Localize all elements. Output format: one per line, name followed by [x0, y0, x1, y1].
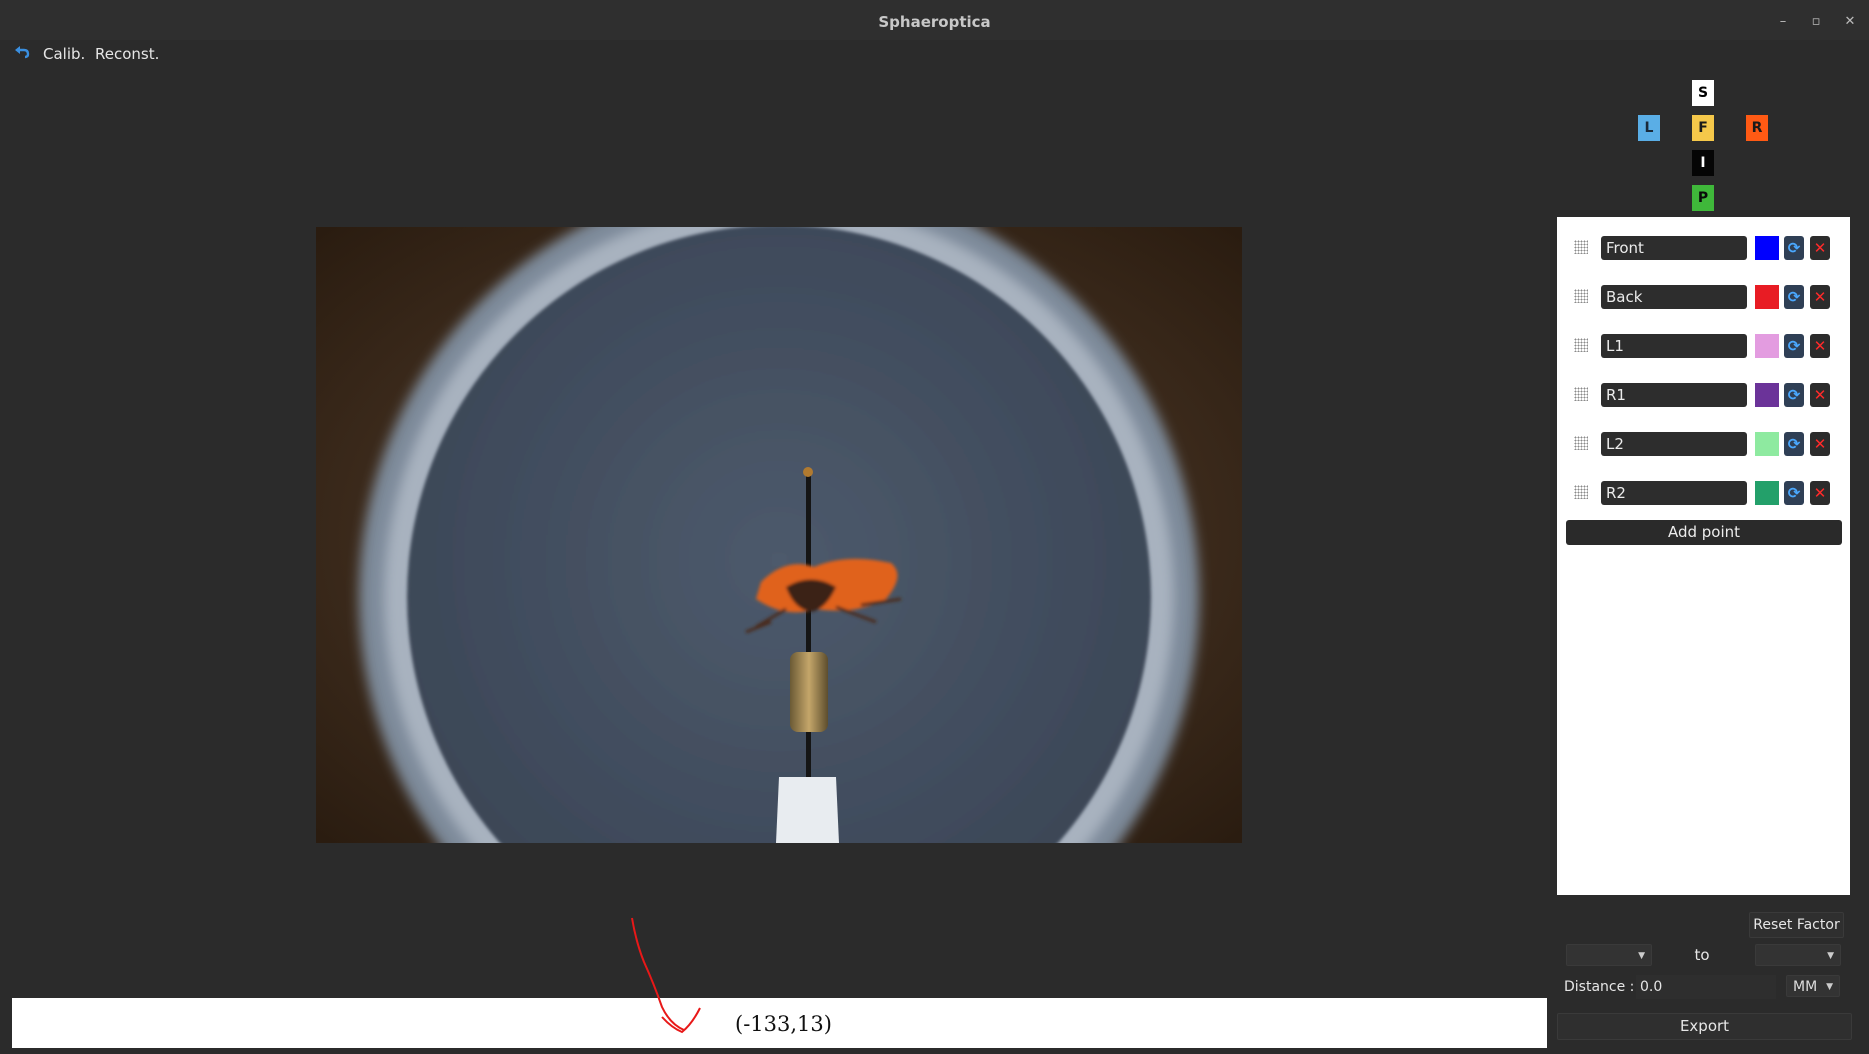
point-color-swatch[interactable]: [1755, 432, 1779, 456]
annotation-arrow-icon: [631, 917, 701, 1034]
from-point-select[interactable]: ▼: [1566, 944, 1652, 966]
view-button-f[interactable]: F: [1692, 115, 1714, 141]
image-viewer[interactable]: [316, 227, 1242, 843]
refresh-icon[interactable]: ⟳: [1784, 432, 1804, 456]
delete-x-icon[interactable]: ✕: [1810, 285, 1830, 309]
point-name-field[interactable]: L2: [1601, 432, 1747, 456]
menu-bar: [0, 40, 1869, 68]
menu-reconst[interactable]: Reconst.: [95, 42, 159, 66]
minimize-button[interactable]: –: [1773, 12, 1793, 32]
view-button-s[interactable]: S: [1692, 80, 1714, 106]
refresh-icon[interactable]: ⟳: [1784, 334, 1804, 358]
to-point-select[interactable]: ▼: [1755, 944, 1841, 966]
undo-arrow-icon[interactable]: [12, 42, 32, 62]
chevron-down-icon: ▼: [1826, 982, 1833, 992]
chevron-down-icon: ▼: [1638, 951, 1645, 961]
delete-x-icon[interactable]: ✕: [1810, 432, 1830, 456]
drag-handle-icon[interactable]: [1574, 485, 1588, 499]
delete-x-icon[interactable]: ✕: [1810, 334, 1830, 358]
view-button-i[interactable]: I: [1692, 150, 1714, 176]
view-button-p[interactable]: P: [1692, 185, 1714, 211]
distance-field[interactable]: 0.0: [1636, 975, 1776, 999]
drag-handle-icon[interactable]: [1574, 436, 1588, 450]
refresh-icon[interactable]: ⟳: [1784, 285, 1804, 309]
drag-handle-icon[interactable]: [1574, 338, 1588, 352]
point-color-swatch[interactable]: [1755, 481, 1779, 505]
chevron-down-icon: ▼: [1827, 951, 1834, 961]
view-button-r[interactable]: R: [1746, 115, 1768, 141]
point-name-field[interactable]: Back: [1601, 285, 1747, 309]
point-color-swatch[interactable]: [1755, 383, 1779, 407]
point-name-field[interactable]: R2: [1601, 481, 1747, 505]
delete-x-icon[interactable]: ✕: [1810, 481, 1830, 505]
points-panel: [1557, 217, 1850, 895]
point-name-field[interactable]: R1: [1601, 383, 1747, 407]
view-button-l[interactable]: L: [1638, 115, 1660, 141]
point-color-swatch[interactable]: [1755, 334, 1779, 358]
maximize-button[interactable]: ▫: [1806, 12, 1826, 32]
unit-select[interactable]: MM ▼: [1786, 975, 1840, 997]
distance-label: Distance :: [1564, 979, 1635, 995]
add-point-button[interactable]: Add point: [1566, 520, 1842, 545]
window-title: Sphaeroptica: [878, 13, 991, 31]
point-name-field[interactable]: L1: [1601, 334, 1747, 358]
to-label: to: [1694, 946, 1710, 964]
refresh-icon[interactable]: ⟳: [1784, 481, 1804, 505]
close-button[interactable]: ✕: [1840, 12, 1860, 32]
drag-handle-icon[interactable]: [1574, 387, 1588, 401]
delete-x-icon[interactable]: ✕: [1810, 236, 1830, 260]
refresh-icon[interactable]: ⟳: [1784, 383, 1804, 407]
unit-value: MM: [1793, 979, 1818, 995]
drag-handle-icon[interactable]: [1574, 240, 1588, 254]
point-color-swatch[interactable]: [1755, 285, 1779, 309]
cursor-coordinates: (-133,13): [735, 1012, 832, 1036]
point-name-field[interactable]: Front: [1601, 236, 1747, 260]
export-button[interactable]: Export: [1557, 1013, 1852, 1040]
reset-factor-button[interactable]: Reset Factor: [1749, 912, 1844, 938]
refresh-icon[interactable]: ⟳: [1784, 236, 1804, 260]
menu-calib[interactable]: Calib.: [43, 42, 85, 66]
point-color-swatch[interactable]: [1755, 236, 1779, 260]
specimen-image: [316, 227, 1242, 843]
drag-handle-icon[interactable]: [1574, 289, 1588, 303]
delete-x-icon[interactable]: ✕: [1810, 383, 1830, 407]
